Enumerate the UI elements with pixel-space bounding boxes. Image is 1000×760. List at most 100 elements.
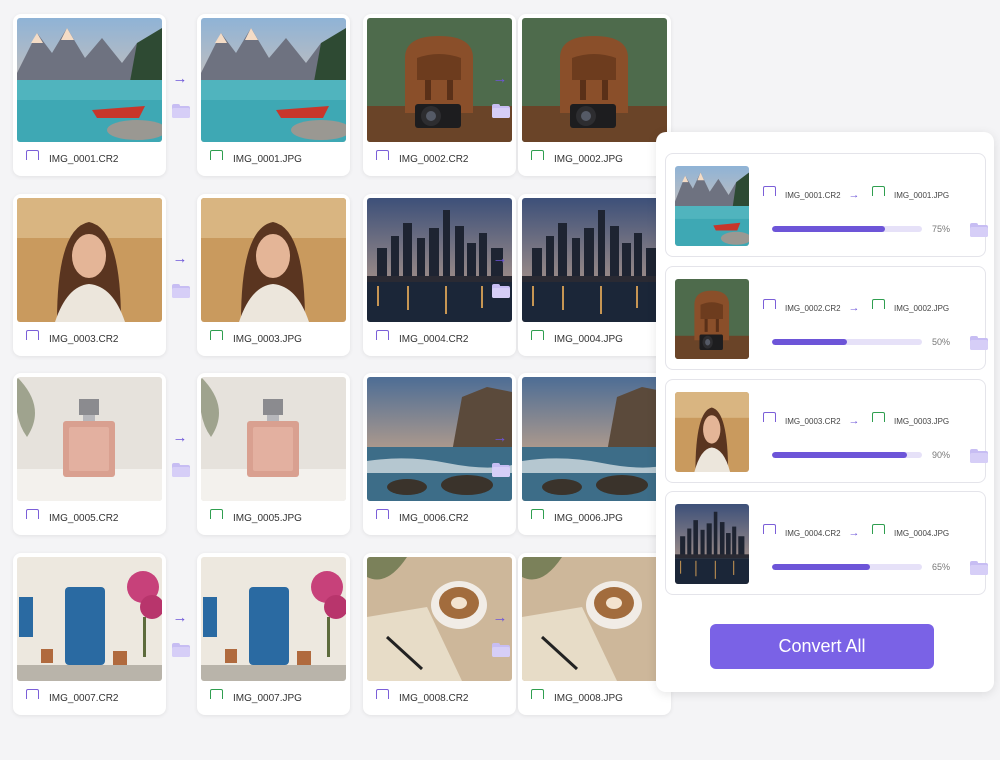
queue-target-filename: IMG_0001.JPG (894, 190, 950, 200)
queue-item: CR2 IMG_0001.CR2 → JPG IMG_0001.JPG 75% (665, 153, 988, 257)
source-file-card[interactable]: CR2 IMG_0002.CR2 (363, 14, 516, 176)
progress-bar (772, 452, 922, 458)
queue-target-filename: IMG_0002.JPG (894, 303, 950, 313)
cr2-file-icon: CR2 (25, 330, 40, 348)
source-file-card[interactable]: CR2 IMG_0001.CR2 (13, 14, 166, 176)
source-thumbnail (17, 377, 162, 501)
progress-fill (772, 339, 847, 345)
source-file-card[interactable]: CR2 IMG_0003.CR2 (13, 194, 166, 356)
folder-icon[interactable] (970, 561, 988, 575)
target-filename: IMG_0003.JPG (233, 333, 302, 345)
target-filename: IMG_0004.JPG (554, 333, 623, 345)
folder-icon[interactable] (172, 463, 190, 477)
source-file-card[interactable]: CR2 IMG_0004.CR2 (363, 194, 516, 356)
target-thumbnail (201, 377, 346, 501)
convert-arrow-icon: → (172, 250, 188, 267)
queue-source-filename: IMG_0002.CR2 (785, 303, 841, 313)
folder-icon[interactable] (172, 104, 190, 118)
folder-icon[interactable] (172, 284, 190, 298)
source-filename: IMG_0001.CR2 (49, 153, 119, 165)
source-filename: IMG_0008.CR2 (399, 692, 469, 704)
target-file-card[interactable]: JPG IMG_0003.JPG (197, 194, 350, 356)
target-file-card[interactable]: JPG IMG_0005.JPG (197, 373, 350, 535)
queue-item: CR2 IMG_0003.CR2 → JPG IMG_0003.JPG 90% (665, 379, 988, 483)
jpg-file-icon: JPG (209, 150, 224, 168)
target-thumbnail (522, 198, 667, 322)
jpg-file-icon: JPG (871, 186, 886, 204)
jpg-file-icon: JPG (209, 509, 224, 527)
target-file-card[interactable]: JPG IMG_0007.JPG (197, 553, 350, 715)
target-file-card[interactable]: JPG IMG_0001.JPG (197, 14, 350, 176)
folder-icon[interactable] (492, 104, 510, 118)
target-thumbnail (522, 18, 667, 142)
convert-arrow-icon: → (848, 189, 860, 201)
convert-arrow-icon: → (492, 429, 508, 446)
convert-arrow-icon: → (848, 302, 860, 314)
cr2-file-icon: CR2 (762, 186, 777, 204)
source-thumbnail (17, 18, 162, 142)
target-filename: IMG_0007.JPG (233, 692, 302, 704)
target-filename: IMG_0002.JPG (554, 153, 623, 165)
convert-arrow-icon: → (172, 70, 188, 87)
cr2-file-icon: CR2 (25, 689, 40, 707)
folder-icon[interactable] (970, 223, 988, 237)
cr2-file-icon: CR2 (375, 330, 390, 348)
source-file-card[interactable]: CR2 IMG_0006.CR2 (363, 373, 516, 535)
queue-item: CR2 IMG_0002.CR2 → JPG IMG_0002.JPG 50% (665, 266, 988, 370)
source-filename: IMG_0004.CR2 (399, 333, 469, 345)
queue-thumbnail (675, 279, 749, 359)
folder-icon[interactable] (492, 463, 510, 477)
folder-icon[interactable] (492, 284, 510, 298)
jpg-file-icon: JPG (530, 689, 545, 707)
target-thumbnail (201, 18, 346, 142)
queue-source-filename: IMG_0003.CR2 (785, 416, 841, 426)
folder-icon[interactable] (492, 643, 510, 657)
convert-arrow-icon: → (848, 415, 860, 427)
convert-all-button[interactable]: Convert All (710, 624, 934, 669)
progress-percent: 90% (931, 450, 950, 460)
target-file-card[interactable]: JPG IMG_0002.JPG (518, 14, 671, 176)
source-file-card[interactable]: CR2 IMG_0007.CR2 (13, 553, 166, 715)
target-filename: IMG_0006.JPG (554, 512, 623, 524)
target-filename: IMG_0008.JPG (554, 692, 623, 704)
target-thumbnail (522, 377, 667, 501)
target-filename: IMG_0005.JPG (233, 512, 302, 524)
source-file-card[interactable]: CR2 IMG_0005.CR2 (13, 373, 166, 535)
jpg-file-icon: JPG (530, 509, 545, 527)
queue-thumbnail (675, 504, 749, 584)
folder-icon[interactable] (970, 336, 988, 350)
target-thumbnail (201, 557, 346, 681)
convert-arrow-icon: → (172, 429, 188, 446)
folder-icon[interactable] (970, 449, 988, 463)
cr2-file-icon: CR2 (25, 509, 40, 527)
cr2-file-icon: CR2 (25, 150, 40, 168)
progress-fill (772, 226, 885, 232)
jpg-file-icon: JPG (871, 412, 886, 430)
cr2-file-icon: CR2 (375, 509, 390, 527)
cr2-file-icon: CR2 (375, 150, 390, 168)
progress-bar (772, 226, 922, 232)
source-thumbnail (367, 557, 512, 681)
target-thumbnail (201, 198, 346, 322)
source-filename: IMG_0002.CR2 (399, 153, 469, 165)
folder-icon[interactable] (172, 643, 190, 657)
source-filename: IMG_0005.CR2 (49, 512, 119, 524)
progress-percent: 50% (931, 337, 950, 347)
source-file-card[interactable]: CR2 IMG_0008.CR2 (363, 553, 516, 715)
target-filename: IMG_0001.JPG (233, 153, 302, 165)
cr2-file-icon: CR2 (375, 689, 390, 707)
jpg-file-icon: JPG (530, 330, 545, 348)
source-thumbnail (367, 198, 512, 322)
jpg-file-icon: JPG (871, 299, 886, 317)
progress-percent: 75% (931, 224, 950, 234)
source-filename: IMG_0007.CR2 (49, 692, 119, 704)
progress-percent: 65% (931, 562, 950, 572)
cr2-file-icon: CR2 (762, 412, 777, 430)
cr2-file-icon: CR2 (762, 299, 777, 317)
target-file-card[interactable]: JPG IMG_0008.JPG (518, 553, 671, 715)
progress-bar (772, 339, 922, 345)
target-file-card[interactable]: JPG IMG_0006.JPG (518, 373, 671, 535)
source-thumbnail (17, 557, 162, 681)
target-file-card[interactable]: JPG IMG_0004.JPG (518, 194, 671, 356)
conversion-queue-panel: CR2 IMG_0001.CR2 → JPG IMG_0001.JPG 75% … (656, 132, 994, 692)
